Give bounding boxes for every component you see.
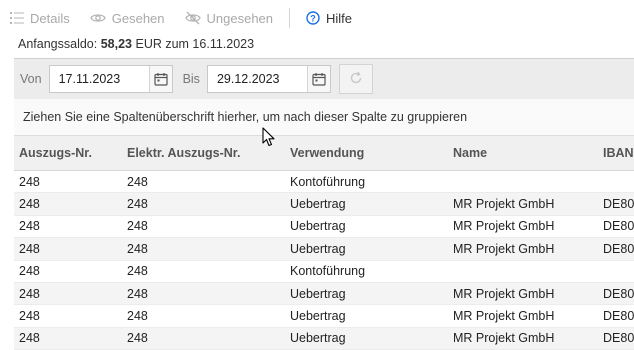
cell-auszugs-nr: 248 [19, 174, 40, 189]
column-header-auszugs-nr[interactable]: Auszugs-Nr. [14, 146, 122, 160]
calendar-icon[interactable] [148, 66, 172, 92]
cell-verwendung: Uebertrag [290, 241, 346, 256]
cell-name: MR Projekt GmbH [453, 309, 555, 324]
cell-verwendung: Uebertrag [290, 219, 346, 234]
table-row[interactable]: 248 248 Uebertrag MR Projekt GmbH DE80 [14, 238, 634, 261]
eye-icon [90, 11, 106, 25]
table-row[interactable]: 248 248 Uebertrag MR Projekt GmbH DE80 [14, 327, 634, 350]
cell-iban: DE80 [603, 241, 634, 256]
table-row[interactable]: 248 248 Uebertrag MR Projekt GmbH DE80 [14, 193, 634, 216]
refresh-icon [349, 71, 363, 88]
cell-elektr-auszugs-nr: 248 [127, 174, 148, 189]
cell-name: MR Projekt GmbH [453, 197, 555, 212]
cell-iban: DE80 [603, 286, 634, 301]
cell-iban: DE80 [603, 197, 634, 212]
details-button[interactable]: Details [0, 0, 80, 36]
toolbar-divider [289, 8, 291, 28]
table-row[interactable]: 248 248 Kontoführung [14, 261, 634, 283]
cell-elektr-auszugs-nr: 248 [127, 219, 148, 234]
gesehen-button[interactable]: Gesehen [80, 0, 175, 36]
cell-verwendung: Uebertrag [290, 331, 346, 346]
statement-grid: Auszugs-Nr. Elektr. Auszugs-Nr. Verwendu… [14, 136, 634, 350]
to-date-field[interactable]: 29.12.2023 [206, 65, 331, 93]
cell-name: MR Projekt GmbH [453, 241, 555, 256]
cell-verwendung: Kontoführung [290, 264, 366, 279]
from-label: Von [20, 72, 42, 86]
table-row[interactable]: 248 248 Uebertrag MR Projekt GmbH DE80 [14, 282, 634, 306]
cell-elektr-auszugs-nr: 248 [127, 264, 148, 279]
cell-iban: DE80 [603, 219, 634, 234]
cell-verwendung: Uebertrag [290, 286, 346, 301]
table-row[interactable]: 248 248 Uebertrag MR Projekt GmbH DE80 [14, 216, 634, 239]
cell-elektr-auszugs-nr: 248 [127, 241, 148, 256]
hilfe-button[interactable]: ? Hilfe [296, 0, 362, 36]
svg-text:?: ? [310, 13, 316, 23]
cell-elektr-auszugs-nr: 248 [127, 286, 148, 301]
balance-amount: 58,23 [100, 37, 132, 51]
table-row[interactable]: 248 248 Kontoführung [14, 171, 634, 194]
cell-verwendung: Uebertrag [290, 309, 346, 324]
date-filter-bar: Von 17.11.2023 Bis 29.12.2023 [14, 58, 634, 100]
balance-suffix: EUR zum 16.11.2023 [135, 37, 255, 51]
cell-elektr-auszugs-nr: 248 [127, 197, 148, 212]
cell-name: MR Projekt GmbH [453, 219, 555, 234]
from-date-field[interactable]: 17.11.2023 [48, 65, 173, 93]
hilfe-label: Hilfe [326, 10, 353, 26]
cell-auszugs-nr: 248 [19, 241, 40, 256]
cell-iban: DE80 [603, 331, 634, 346]
column-header-iban[interactable]: IBAN [598, 146, 634, 160]
cell-name: MR Projekt GmbH [453, 286, 555, 301]
group-panel[interactable]: Ziehen Sie eine Spaltenüberschrift hierh… [14, 99, 634, 136]
cell-auszugs-nr: 248 [19, 309, 40, 324]
cell-auszugs-nr: 248 [19, 219, 40, 234]
details-label: Details [30, 10, 70, 26]
cell-auszugs-nr: 248 [19, 286, 40, 301]
cell-verwendung: Kontoführung [290, 174, 366, 189]
list-icon [10, 11, 24, 25]
cell-name: MR Projekt GmbH [453, 331, 555, 346]
table-row[interactable]: 248 248 Uebertrag MR Projekt GmbH DE80 [14, 305, 634, 328]
cell-elektr-auszugs-nr: 248 [127, 309, 148, 324]
cell-elektr-auszugs-nr: 248 [127, 331, 148, 346]
help-circle-icon: ? [306, 11, 320, 25]
cell-auszugs-nr: 248 [19, 331, 40, 346]
toolbar: Details Gesehen Ungesehen ? Hilfe [0, 0, 634, 36]
opening-balance: Anfangssaldo: 58,23 EUR zum 16.11.2023 [18, 37, 254, 51]
ungesehen-button[interactable]: Ungesehen [175, 0, 284, 36]
from-date-value[interactable]: 17.11.2023 [50, 72, 149, 86]
column-header-elektr-auszugs-nr[interactable]: Elektr. Auszugs-Nr. [122, 146, 285, 160]
cell-iban: DE80 [603, 309, 634, 324]
eye-off-icon [184, 11, 201, 25]
column-header-name[interactable]: Name [448, 146, 598, 160]
cell-auszugs-nr: 248 [19, 197, 40, 212]
mouse-pointer-icon [262, 127, 276, 152]
gesehen-label: Gesehen [111, 10, 165, 26]
cell-verwendung: Uebertrag [290, 197, 346, 212]
balance-label: Anfangssaldo: [18, 37, 98, 51]
calendar-icon[interactable] [306, 66, 330, 92]
cell-auszugs-nr: 248 [19, 264, 40, 279]
group-panel-hint: Ziehen Sie eine Spaltenüberschrift hierh… [23, 110, 468, 124]
to-date-value[interactable]: 29.12.2023 [208, 72, 307, 86]
grid-header: Auszugs-Nr. Elektr. Auszugs-Nr. Verwendu… [14, 136, 634, 171]
refresh-button[interactable] [338, 64, 373, 94]
to-label: Bis [182, 72, 200, 86]
ungesehen-label: Ungesehen [206, 10, 274, 26]
column-header-verwendung[interactable]: Verwendung [285, 146, 448, 160]
